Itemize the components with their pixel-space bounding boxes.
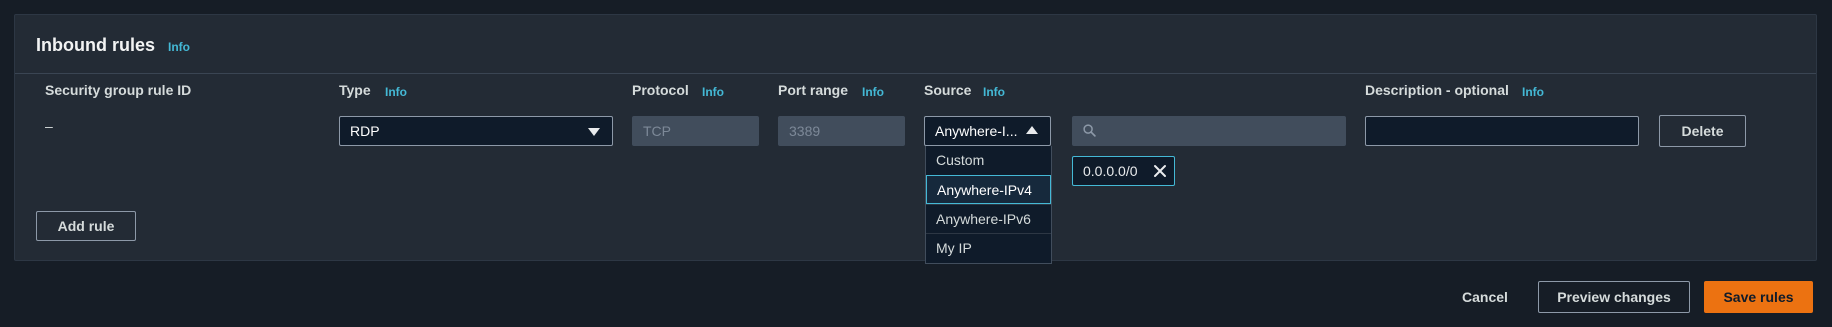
- port-range-field: 3389: [778, 116, 905, 146]
- col-source-label: Source: [924, 82, 972, 98]
- chevron-down-icon: [588, 128, 600, 136]
- search-icon: [1083, 124, 1096, 137]
- source-select[interactable]: Anywhere-I...: [924, 116, 1051, 146]
- type-select-value: RDP: [350, 123, 380, 139]
- source-dropdown-menu: Custom Anywhere-IPv4 Anywhere-IPv6 My IP: [925, 146, 1052, 264]
- source-search-input[interactable]: [1072, 116, 1346, 146]
- cidr-token-label: 0.0.0.0/0: [1083, 163, 1138, 179]
- chevron-up-icon: [1026, 126, 1038, 134]
- col-description-label: Description - optional: [1365, 82, 1509, 98]
- panel-header: Inbound rules Info: [15, 15, 1816, 74]
- col-protocol-label: Protocol: [632, 82, 689, 98]
- col-rule-id-label: Security group rule ID: [45, 82, 192, 98]
- add-rule-button[interactable]: Add rule: [36, 211, 136, 241]
- protocol-field: TCP: [632, 116, 759, 146]
- close-icon[interactable]: [1152, 163, 1168, 179]
- inbound-rules-panel: Inbound rules Info Security group rule I…: [14, 14, 1817, 261]
- save-rules-button[interactable]: Save rules: [1704, 281, 1813, 313]
- cidr-token: 0.0.0.0/0: [1072, 156, 1175, 186]
- rule-id-value: –: [45, 118, 53, 134]
- source-option-anywhere-ipv6[interactable]: Anywhere-IPv6: [926, 204, 1051, 233]
- source-option-my-ip[interactable]: My IP: [926, 233, 1051, 262]
- delete-rule-button[interactable]: Delete: [1659, 115, 1746, 147]
- source-select-value: Anywhere-I...: [935, 123, 1018, 139]
- protocol-info-link[interactable]: Info: [702, 85, 724, 99]
- port-range-info-link[interactable]: Info: [862, 85, 884, 99]
- col-port-range-label: Port range: [778, 82, 849, 98]
- type-info-link[interactable]: Info: [385, 85, 407, 99]
- source-option-custom[interactable]: Custom: [926, 146, 1051, 175]
- cancel-button[interactable]: Cancel: [1450, 281, 1520, 313]
- panel-title: Inbound rules: [36, 35, 155, 55]
- description-info-link[interactable]: Info: [1522, 85, 1544, 99]
- description-input[interactable]: [1365, 116, 1639, 146]
- source-option-anywhere-ipv4[interactable]: Anywhere-IPv4: [926, 175, 1051, 204]
- source-info-link[interactable]: Info: [983, 85, 1005, 99]
- preview-changes-button[interactable]: Preview changes: [1538, 281, 1690, 313]
- panel-info-link[interactable]: Info: [168, 40, 190, 54]
- col-type-label: Type: [339, 82, 371, 98]
- type-select[interactable]: RDP: [339, 116, 613, 146]
